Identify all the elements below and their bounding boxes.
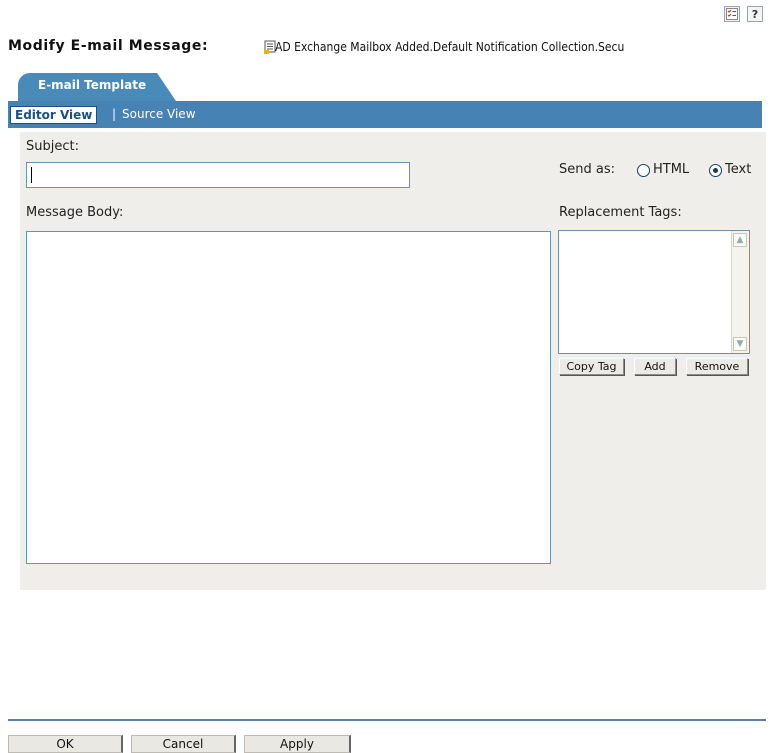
ok-button[interactable]: OK bbox=[8, 735, 123, 753]
object-name: AD Exchange Mailbox Added.Default Notifi… bbox=[275, 40, 625, 54]
scroll-up-icon[interactable]: ▲ bbox=[733, 233, 747, 247]
send-as-html-label[interactable]: HTML bbox=[653, 162, 689, 177]
send-as-label: Send as: bbox=[559, 162, 615, 177]
page-header: Modify E-mail Message: AD Exchange Mailb… bbox=[8, 38, 624, 54]
cancel-button[interactable]: Cancel bbox=[131, 735, 236, 753]
source-view-link[interactable]: Source View bbox=[122, 107, 196, 121]
editor-view-tab[interactable]: Editor View bbox=[10, 106, 98, 124]
send-as-text-label[interactable]: Text bbox=[725, 162, 751, 177]
page-title: Modify E-mail Message: bbox=[8, 38, 209, 54]
checklist-icon-glyph bbox=[726, 8, 738, 20]
copy-tag-button[interactable]: Copy Tag bbox=[559, 358, 624, 375]
message-body-textarea[interactable] bbox=[26, 231, 551, 564]
replacement-tags-list[interactable] bbox=[558, 230, 750, 354]
text-caret bbox=[31, 167, 32, 183]
tab-email-template-label: E-mail Template bbox=[38, 78, 147, 92]
remove-tag-button[interactable]: Remove bbox=[686, 358, 748, 375]
help-icon[interactable]: ? bbox=[747, 6, 763, 22]
scroll-down-icon[interactable]: ▼ bbox=[733, 337, 747, 351]
footer-divider bbox=[8, 719, 766, 721]
view-separator: | bbox=[112, 107, 117, 121]
subject-label: Subject: bbox=[26, 139, 79, 154]
add-tag-button[interactable]: Add bbox=[634, 358, 676, 375]
send-as-text-radio[interactable] bbox=[709, 164, 722, 177]
replacement-tags-scrollbar[interactable] bbox=[731, 231, 749, 353]
checklist-icon[interactable] bbox=[724, 6, 740, 22]
send-as-html-radio[interactable] bbox=[637, 164, 650, 177]
message-body-label: Message Body: bbox=[26, 205, 124, 220]
replacement-tags-label: Replacement Tags: bbox=[559, 205, 682, 220]
subject-input[interactable] bbox=[26, 162, 410, 188]
apply-button[interactable]: Apply bbox=[244, 735, 351, 753]
